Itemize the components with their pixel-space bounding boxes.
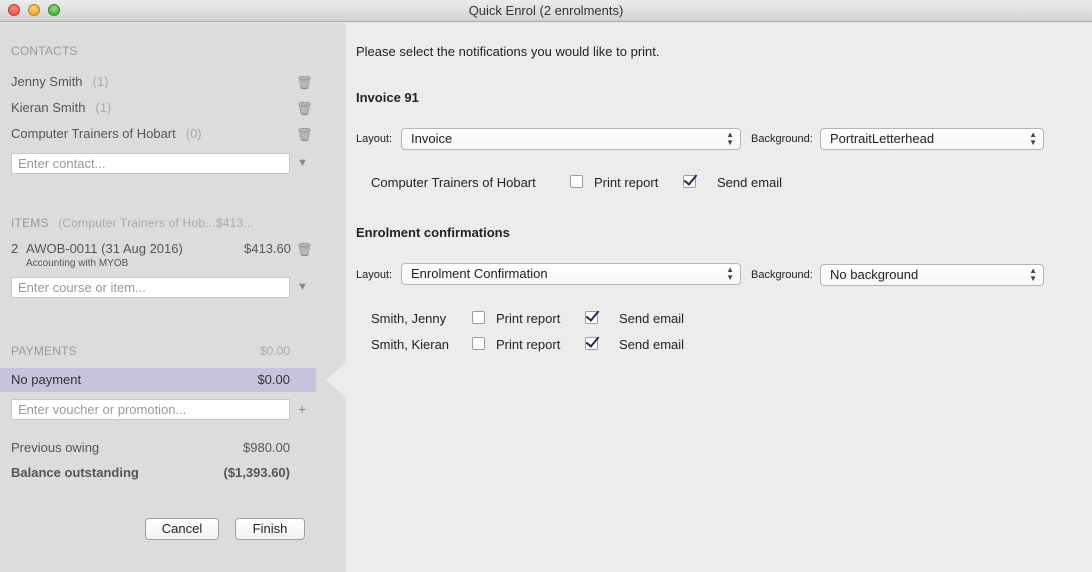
payments-heading: PAYMENTS [11,344,77,358]
confirmation-layout-select[interactable]: Enrolment Confirmation ▲ ▼ [401,263,741,285]
invoice-heading: Invoice 91 [356,90,419,105]
trash-icon[interactable]: 🗑 [296,75,313,90]
contact-count: (1) [95,100,112,115]
send-email-label: Send email [619,311,685,326]
finish-button[interactable]: Finish [235,518,305,540]
print-report-label: Print report [496,337,561,352]
window-title: Quick Enrol (2 enrolments) [468,3,624,18]
print-report-checkbox[interactable] [472,337,485,350]
trash-icon[interactable]: 🗑 [296,242,313,257]
contact-count: (0) [185,126,202,141]
voucher-input[interactable] [11,399,290,420]
send-email-label: Send email [619,337,685,352]
item-row[interactable]: 2 AWOB-0011 (31 Aug 2016) Accounting wit… [11,241,311,271]
item-title: AWOB-0011 (31 Aug 2016) [26,241,183,256]
cancel-button[interactable]: Cancel [145,518,219,540]
plus-icon[interactable]: + [298,401,306,417]
send-email-checkbox[interactable] [585,337,598,350]
print-report-checkbox[interactable] [570,175,583,188]
stepper-arrows-icon: ▲ ▼ [1029,266,1037,283]
stepper-arrows-icon: ▲ ▼ [726,130,734,147]
trash-icon[interactable]: 🗑 [296,101,313,116]
trash-icon[interactable]: 🗑 [296,127,313,142]
previous-owing-value: $980.00 [243,440,290,455]
item-subtitle: Accounting with MYOB [26,258,129,269]
invoice-background-label: Background: [751,133,813,145]
payment-amount: $0.00 [257,372,290,387]
selection-pointer [326,362,346,398]
confirmation-background-select[interactable]: No background ▲ ▼ [820,264,1044,286]
previous-owing-label: Previous owing [11,440,100,455]
contact-input[interactable] [11,153,290,174]
recipient-name: Computer Trainers of Hobart [371,175,536,190]
items-subheading: (Computer Trainers of Hob...$413... [58,216,254,230]
triangle-down-icon[interactable]: ▼ [297,157,309,169]
payments-total: $0.00 [259,344,290,358]
confirmations-heading: Enrolment confirmations [356,225,510,240]
stepper-arrows-icon: ▲ ▼ [726,265,734,282]
title-bar: Quick Enrol (2 enrolments) [0,0,1092,22]
contacts-heading: CONTACTS [11,44,78,58]
send-email-checkbox[interactable] [683,175,696,188]
recipient-name: Smith, Jenny [371,311,447,326]
send-email-label: Send email [717,175,783,190]
confirmation-layout-label: Layout: [356,269,393,281]
main-panel: Please select the notifications you woul… [346,23,1092,572]
contact-name: Computer Trainers of Hobart [11,126,176,141]
contact-item[interactable]: Kieran Smith (1) [11,100,311,118]
contact-count: (1) [92,74,109,89]
confirmation-background-label: Background: [751,269,813,281]
contact-name: Jenny Smith [11,74,83,89]
intro-text: Please select the notifications you woul… [356,44,660,59]
payment-row-selected[interactable]: No payment $0.00 [0,368,316,392]
print-report-label: Print report [496,311,561,326]
payment-label: No payment [11,372,82,387]
stepper-arrows-icon: ▲ ▼ [1029,130,1037,147]
item-qty: 2 [11,241,19,256]
balance-outstanding-value: ($1,393.60) [223,465,291,480]
send-email-checkbox[interactable] [585,311,598,324]
invoice-layout-select[interactable]: Invoice ▲ ▼ [401,128,741,150]
contact-name: Kieran Smith [11,100,86,115]
contact-item[interactable]: Jenny Smith (1) [11,74,311,92]
print-report-label: Print report [594,175,659,190]
item-price: $413.60 [244,241,291,256]
invoice-background-select[interactable]: PortraitLetterhead ▲ ▼ [820,128,1044,150]
print-report-checkbox[interactable] [472,311,485,324]
sidebar: CONTACTS Jenny Smith (1) 🗑 Kieran Smith (1… [0,23,346,572]
items-heading: ITEMS (Computer Trainers of Hob...$413..… [11,216,254,230]
contact-item[interactable]: Computer Trainers of Hobart (0) [11,126,311,144]
course-input[interactable] [11,277,290,298]
recipient-name: Smith, Kieran [371,337,450,352]
invoice-layout-label: Layout: [356,133,393,145]
triangle-down-icon[interactable]: ▼ [297,281,309,293]
balance-outstanding-label: Balance outstanding [11,465,139,480]
